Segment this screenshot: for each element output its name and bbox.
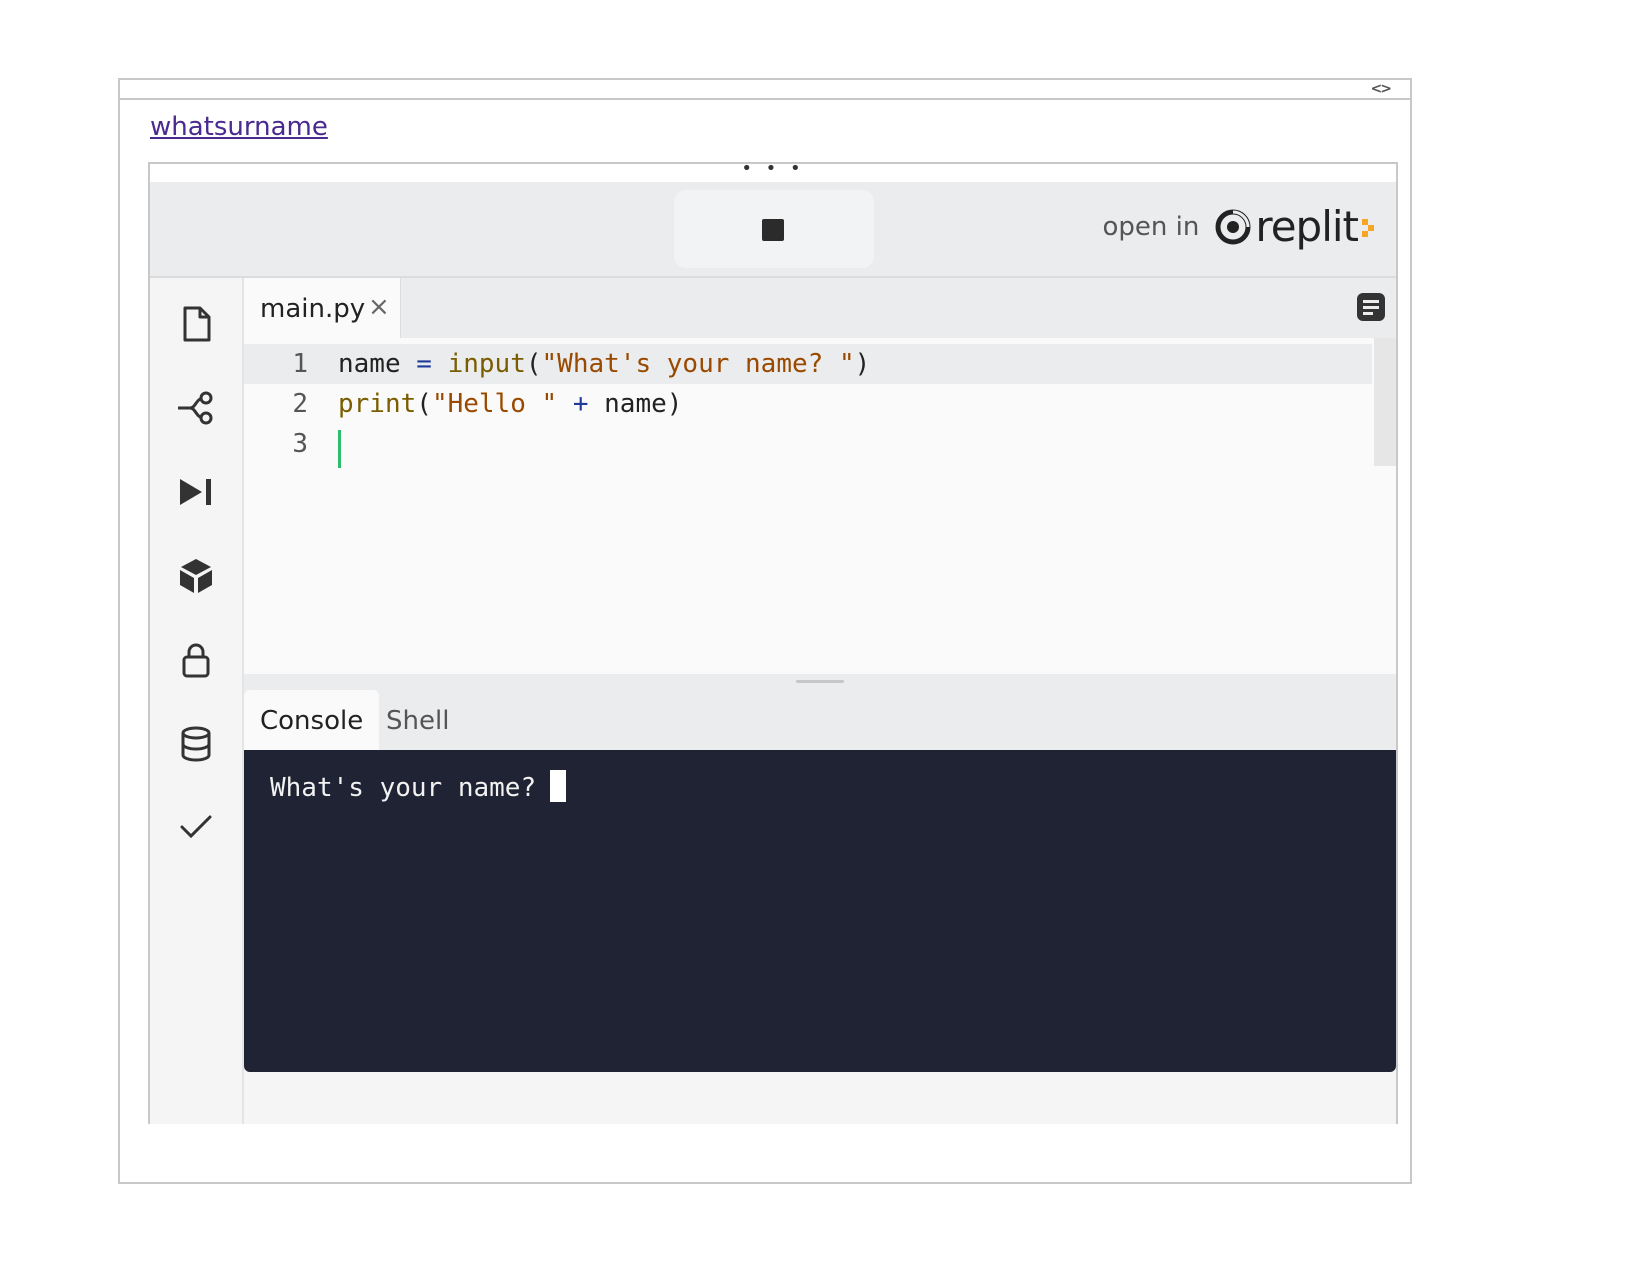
checkmark-icon <box>180 815 212 839</box>
line-text: name = input("What's your name? ") <box>338 344 870 384</box>
line-number: 2 <box>292 389 308 419</box>
token-string: "What's your name? " <box>541 349 855 379</box>
tab-console[interactable]: Console <box>244 690 380 750</box>
tab-shell[interactable]: Shell <box>370 690 465 750</box>
replit-logo-icon <box>1215 209 1251 244</box>
sidebar-item-debugger[interactable] <box>176 472 216 512</box>
sidebar-item-version-control[interactable] <box>176 388 216 428</box>
replit-brand: replit <box>1255 202 1359 251</box>
console-terminal[interactable]: What's your name? <box>244 750 1396 1072</box>
text-cursor <box>338 430 341 468</box>
lock-icon <box>182 643 210 678</box>
embed-frame: <> whatsurname • • • open in replit main… <box>118 78 1412 1184</box>
frame-toolbar: <> <box>120 80 1410 100</box>
console-tabbar: Console Shell <box>244 690 1396 750</box>
sidebar-item-secrets[interactable] <box>176 640 216 680</box>
code-embed-icon[interactable]: <> <box>1371 80 1393 98</box>
console-output: What's your name? <box>270 770 567 803</box>
code-line-3: 3 <box>244 424 1372 468</box>
close-icon[interactable]: × <box>368 292 390 322</box>
token-string: "Hello " <box>431 389 558 419</box>
token-function: input <box>447 349 526 379</box>
token-paren: ( <box>416 389 432 419</box>
file-icon <box>183 306 211 342</box>
code-editor: main.py × 1 name = input("What's your na… <box>244 278 1396 674</box>
pane-resize-handle[interactable] <box>244 674 1396 690</box>
resize-drag-handle[interactable]: • • • <box>150 160 1396 182</box>
sidebar-item-database[interactable] <box>176 724 216 764</box>
sidebar-item-files[interactable] <box>176 304 216 344</box>
step-forward-icon <box>180 479 211 505</box>
editor-tabbar: main.py × <box>244 278 1396 338</box>
tab-filename: main.py <box>260 294 366 324</box>
code-line-2: 2 print("Hello " + name) <box>244 384 1372 424</box>
token-variable: name <box>338 349 401 379</box>
console-output-text: What's your name? <box>270 773 537 803</box>
token-function: print <box>338 389 417 419</box>
line-number: 1 <box>292 349 308 379</box>
replit-accent-icon <box>1362 217 1376 237</box>
code-content[interactable]: 1 name = input("What's your name? ") 2 p… <box>244 338 1396 674</box>
token-paren: ( <box>525 349 542 379</box>
sidebar-item-unit-tests[interactable] <box>176 806 216 846</box>
token-operator: + <box>557 389 605 419</box>
token-paren: ) <box>666 389 683 419</box>
database-icon <box>181 726 211 762</box>
tab-main-py[interactable]: main.py × <box>244 278 401 338</box>
token-variable: name <box>604 389 667 419</box>
stop-icon <box>762 219 784 241</box>
stop-button[interactable] <box>674 190 874 268</box>
terminal-cursor <box>550 770 567 802</box>
repl-title-link[interactable]: whatsurname <box>150 112 328 142</box>
replit-embed: • • • open in replit main.py × 1 name = … <box>148 160 1398 1124</box>
open-in-replit-link[interactable]: open in replit <box>1102 202 1376 251</box>
package-cube-icon <box>180 559 212 593</box>
sidebar-item-packages[interactable] <box>176 556 216 596</box>
token-paren: ) <box>854 349 871 379</box>
line-number: 3 <box>292 429 308 459</box>
line-text: print("Hello " + name) <box>338 384 682 424</box>
open-in-label: open in <box>1102 211 1200 242</box>
git-branch-icon <box>178 391 213 425</box>
token-operator: = <box>400 349 448 379</box>
format-code-icon[interactable] <box>1356 292 1386 322</box>
tool-sidebar <box>150 278 244 1124</box>
editor-scrollbar[interactable] <box>1374 338 1396 466</box>
code-line-1: 1 name = input("What's your name? ") <box>244 344 1372 384</box>
repl-topbar: open in replit <box>150 182 1396 278</box>
